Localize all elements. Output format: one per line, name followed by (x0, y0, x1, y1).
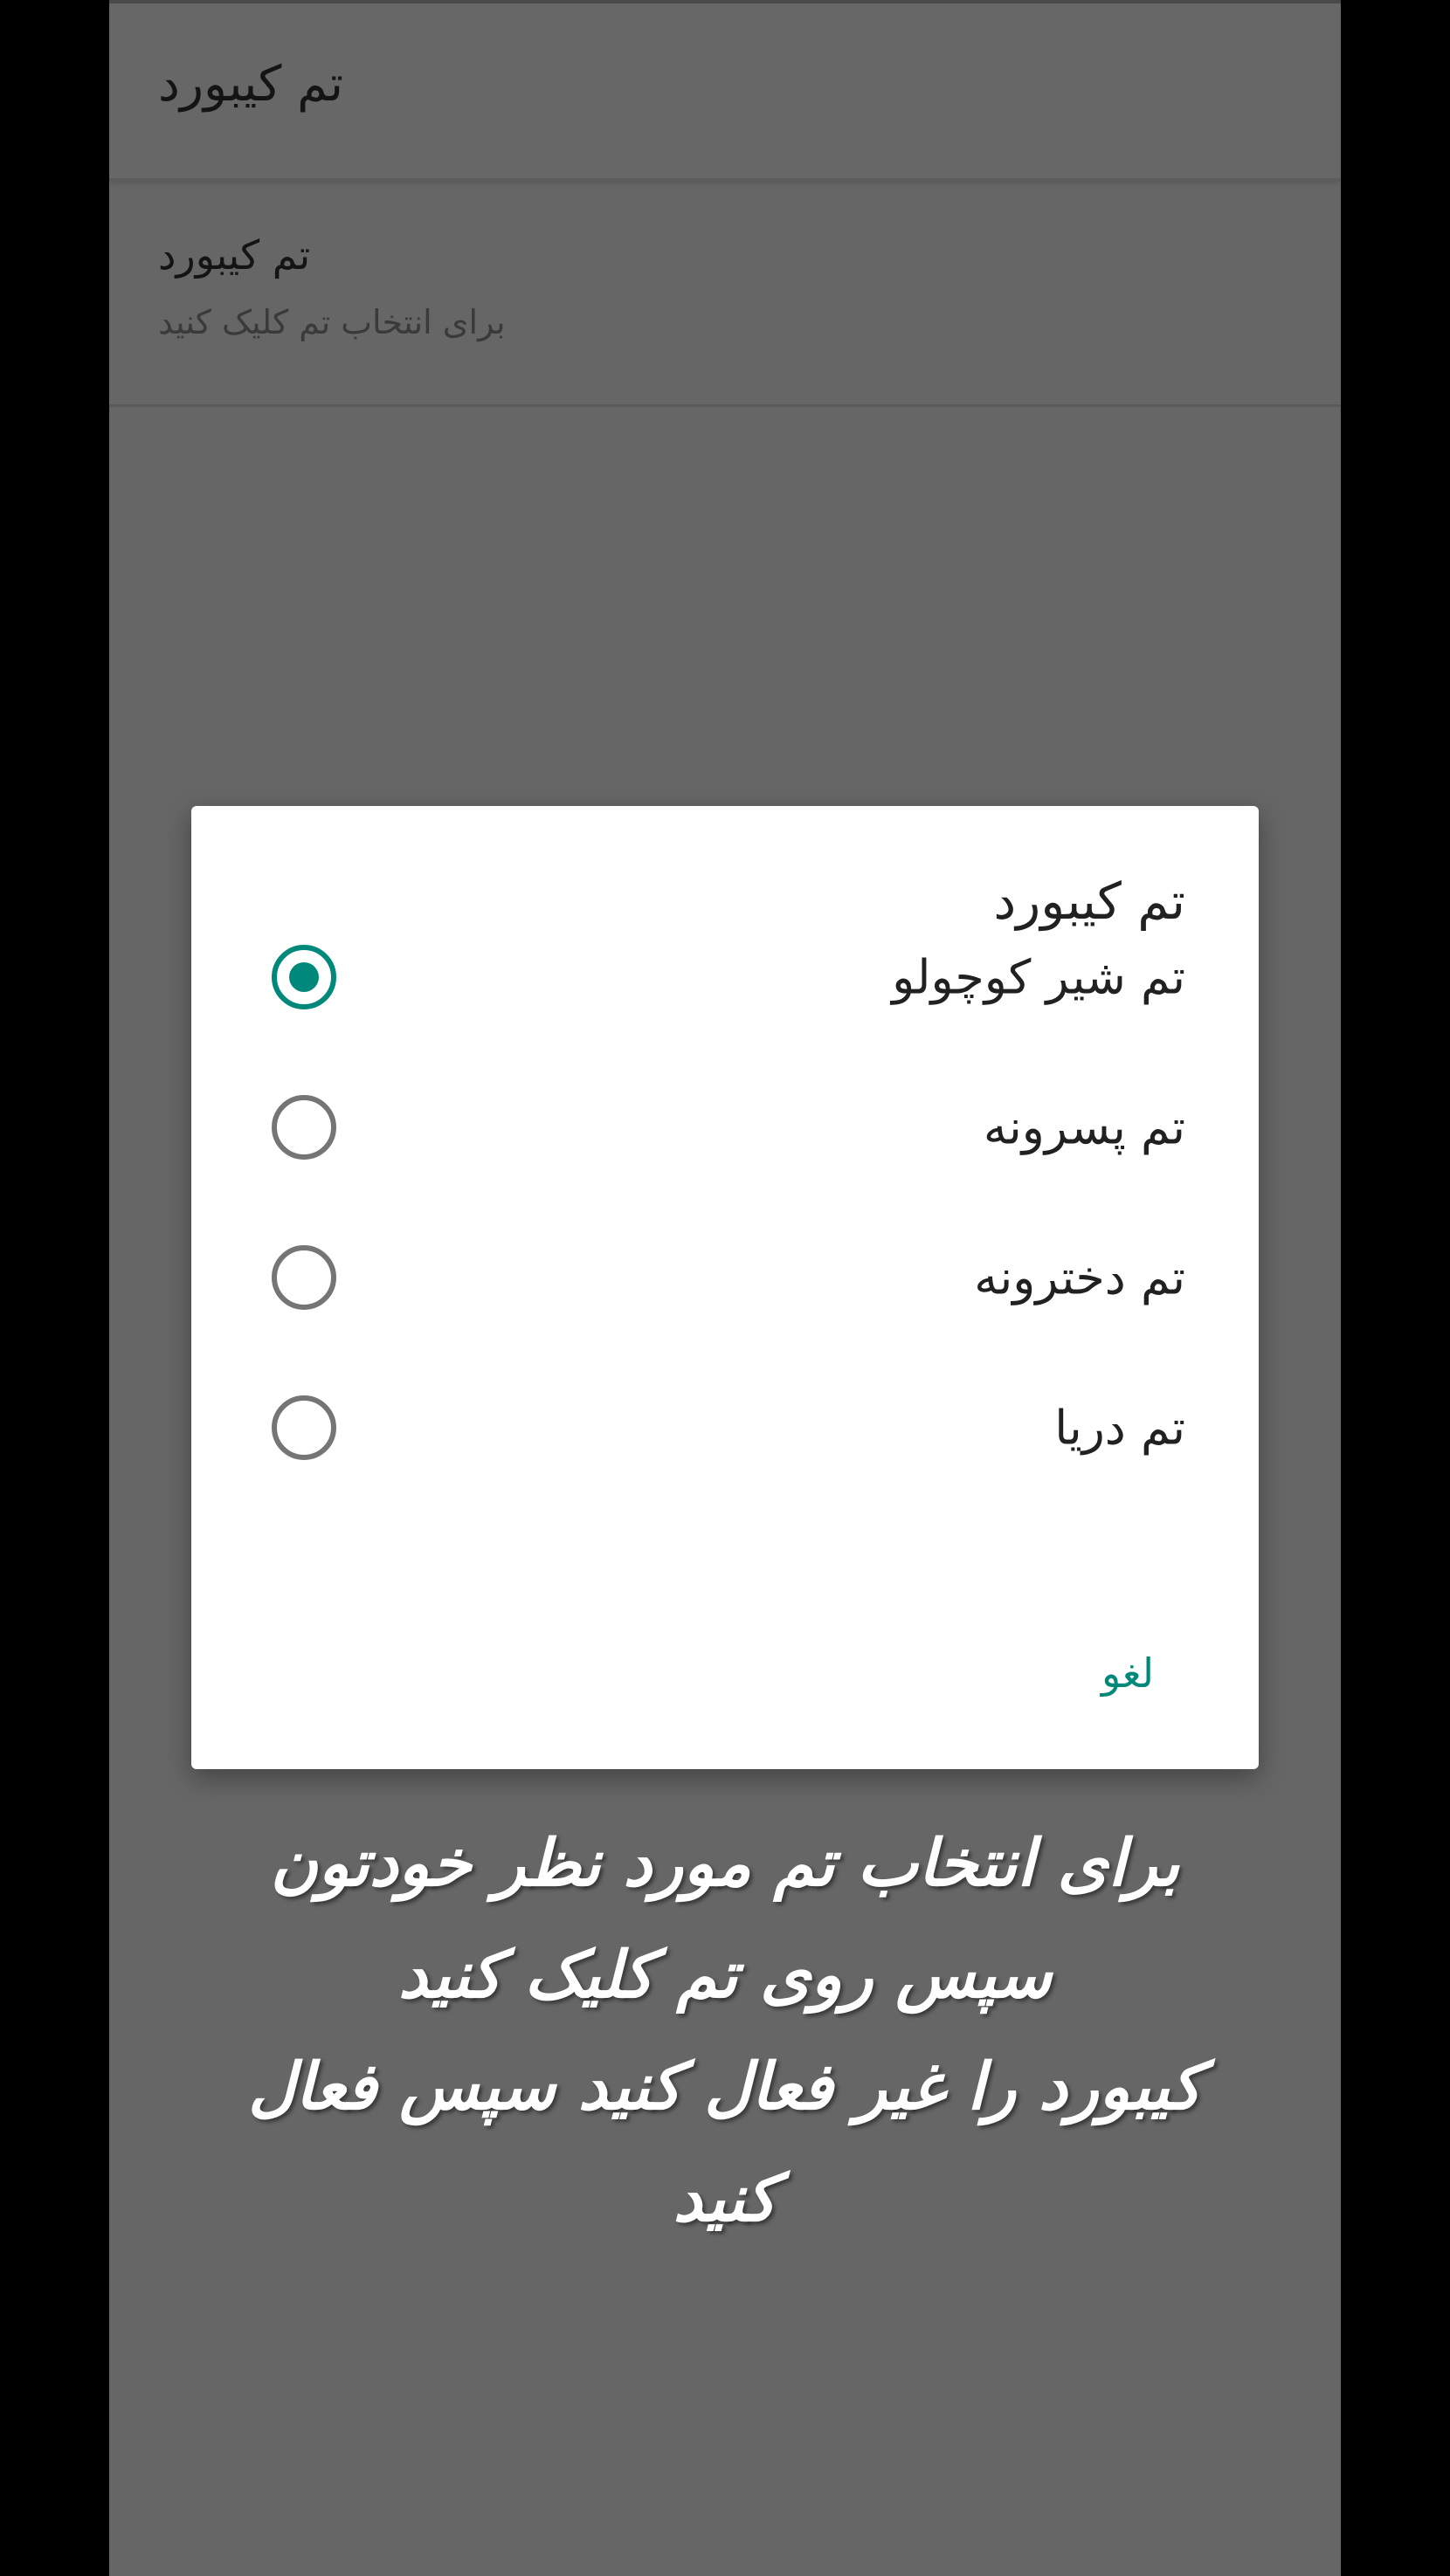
caption-line-3: کیبورد را غیر فعال کنید سپس فعال (248, 2049, 1202, 2125)
option-label: تم دخترونه (974, 1250, 1185, 1305)
theme-option-boys[interactable]: تم پسرونه (191, 1052, 1259, 1202)
theme-selection-dialog: تم کیبورد تم شیر کوچولو تم پسرونه تم دخت… (191, 806, 1259, 1769)
caption-line-4: کنید (673, 2161, 777, 2236)
app-bar-title: تم کیبورد (158, 56, 344, 113)
settings-screen: تم کیبورد تم کیبورد برای انتخاب تم کلیک … (109, 0, 1341, 2576)
theme-option-little-lion[interactable]: تم شیر کوچولو (191, 902, 1259, 1052)
caption-line-1: برای انتخاب تم مورد نظر خودتون (270, 1826, 1180, 1901)
preference-title: تم کیبورد (158, 231, 311, 279)
app-bar: تم کیبورد (109, 3, 1341, 181)
radio-button-selected[interactable] (272, 945, 336, 1009)
option-label: تم دریا (1054, 1400, 1185, 1456)
theme-option-girls[interactable]: تم دخترونه (191, 1202, 1259, 1353)
instruction-caption: برای انتخاب تم مورد نظر خودتون سپس روی ت… (170, 1808, 1280, 2255)
radio-dot-icon (289, 962, 319, 992)
cancel-button[interactable]: لغو (1093, 1644, 1163, 1702)
keyboard-theme-preference[interactable]: تم کیبورد برای انتخاب تم کلیک کنید (109, 181, 1341, 407)
radio-button[interactable] (272, 1395, 336, 1460)
option-label: تم شیر کوچولو (892, 949, 1185, 1005)
option-label: تم پسرونه (983, 1099, 1185, 1155)
radio-button[interactable] (272, 1095, 336, 1160)
caption-line-2: سپس روی تم کلیک کنید (398, 1938, 1052, 2013)
theme-option-sea[interactable]: تم دریا (191, 1353, 1259, 1503)
radio-button[interactable] (272, 1245, 336, 1310)
preference-summary: برای انتخاب تم کلیک کنید (158, 303, 506, 341)
